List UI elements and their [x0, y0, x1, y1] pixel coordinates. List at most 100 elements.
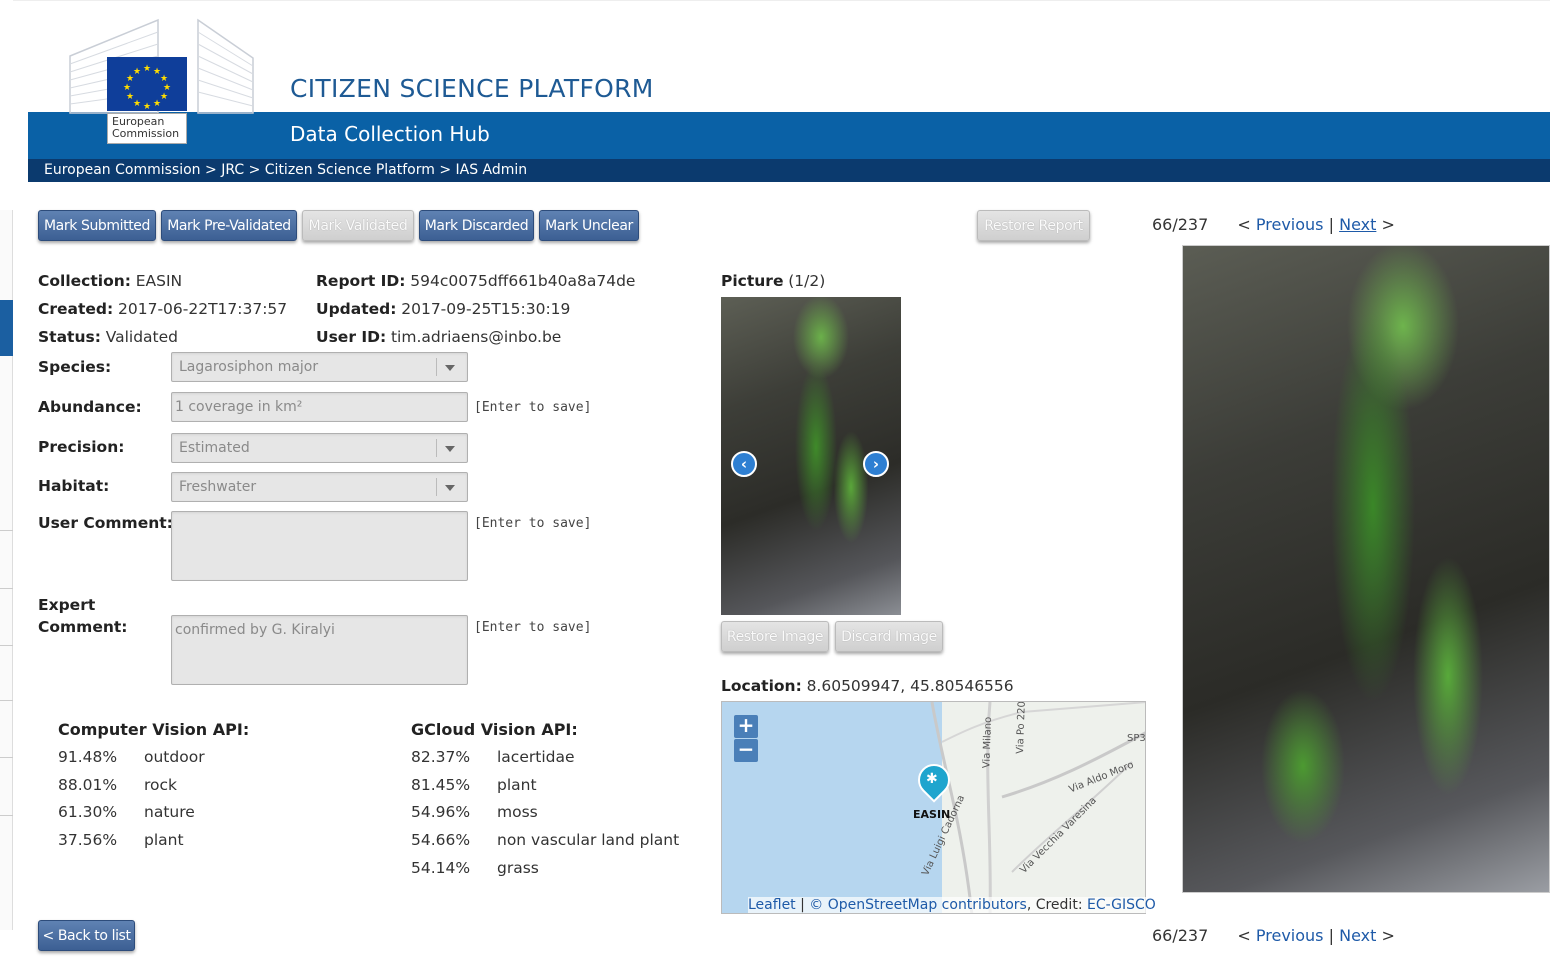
mark-unclear-button[interactable]: Mark Unclear — [539, 210, 639, 241]
picture-count: (1/2) — [788, 272, 826, 290]
status-row: Status: Validated — [38, 328, 178, 346]
cv-pct: 37.56% — [58, 831, 118, 849]
pager-lt: < — [1237, 215, 1251, 234]
select-divider — [436, 439, 437, 457]
map-attribution: Leaflet | © OpenStreetMap contributors, … — [748, 897, 1156, 913]
species-select[interactable]: Lagarosiphon major — [171, 352, 468, 382]
collection-label: Collection: — [38, 272, 131, 290]
species-label: Species: — [38, 358, 112, 376]
enter-to-save-hint: [Enter to save] — [474, 400, 592, 415]
report-id-row: Report ID: 594c0075dff661b40a8a74de — [316, 272, 635, 290]
gc-tag: moss — [497, 803, 538, 821]
location-value: 8.60509947, 45.80546556 — [806, 677, 1014, 695]
bug-icon: ✱ — [926, 771, 938, 787]
user-id-label: User ID: — [316, 328, 387, 346]
map-zoom-out-button[interactable]: − — [734, 739, 758, 762]
pager-position: 66/237 — [1152, 215, 1209, 234]
pager-separator: | — [800, 897, 805, 913]
gc-pct: 54.14% — [411, 859, 471, 877]
precision-select[interactable]: Estimated — [171, 433, 468, 463]
header-band — [28, 112, 1550, 159]
gc-tag: non vascular land plant — [497, 831, 680, 849]
gc-tag: lacertidae — [497, 748, 575, 766]
previous-link[interactable]: Previous — [1256, 926, 1324, 945]
next-link[interactable]: Next — [1339, 926, 1376, 945]
breadcrumb-link[interactable]: Citizen Science Platform — [265, 162, 435, 178]
gc-tag: plant — [497, 776, 537, 794]
pager-separator: | — [1328, 926, 1334, 945]
gcloud-vision-title: GCloud Vision API: — [411, 720, 578, 739]
svg-text:★: ★ — [133, 99, 141, 109]
discard-image-button[interactable]: Discard Image — [835, 621, 943, 652]
abundance-label: Abundance: — [38, 398, 142, 416]
mark-prevalidated-button[interactable]: Mark Pre-Validated — [161, 210, 297, 241]
divider — [0, 757, 13, 758]
breadcrumb-current[interactable]: IAS Admin — [456, 162, 528, 178]
habitat-select[interactable]: Freshwater — [171, 472, 468, 502]
created-value: 2017-06-22T17:37:57 — [118, 300, 288, 318]
divider — [0, 530, 13, 531]
back-to-list-button[interactable]: < Back to list — [38, 920, 135, 951]
gc-pct: 54.96% — [411, 803, 471, 821]
created-label: Created: — [38, 300, 114, 318]
computer-vision-title: Computer Vision API: — [58, 720, 250, 739]
svg-text:★: ★ — [153, 99, 161, 109]
habitat-value: Freshwater — [179, 479, 257, 495]
user-comment-label: User Comment: — [38, 514, 173, 532]
breadcrumb-separator: > — [248, 162, 261, 178]
habitat-label: Habitat: — [38, 477, 110, 495]
svg-text:★: ★ — [123, 83, 131, 93]
chevron-left-icon[interactable]: ‹ — [731, 451, 757, 477]
divider — [0, 815, 13, 816]
svg-text:★: ★ — [143, 64, 151, 74]
breadcrumb: European Commission > JRC > Citizen Scie… — [44, 162, 527, 178]
gisco-link[interactable]: EC-GISCO — [1087, 897, 1156, 913]
map-zoom-in-button[interactable]: + — [734, 715, 758, 738]
user-comment-textarea[interactable] — [171, 511, 468, 581]
mark-submitted-button[interactable]: Mark Submitted — [38, 210, 156, 241]
restore-report-button[interactable]: Restore Report — [977, 210, 1090, 241]
next-link[interactable]: Next — [1339, 215, 1376, 234]
expert-comment-label-line2: Comment: — [38, 618, 128, 636]
user-id-row: User ID: tim.adriaens@inbo.be — [316, 328, 561, 346]
chevron-right-icon[interactable]: › — [863, 451, 889, 477]
mark-discarded-button[interactable]: Mark Discarded — [419, 210, 534, 241]
breadcrumb-link[interactable]: JRC — [221, 162, 244, 178]
hub-title: Data Collection Hub — [290, 122, 490, 146]
cv-pct: 91.48% — [58, 748, 118, 766]
site-title: CITIZEN SCIENCE PLATFORM — [290, 74, 654, 103]
select-divider — [436, 478, 437, 496]
picture-thumbnail[interactable]: ‹ › — [721, 297, 901, 615]
map-street-label: SP3 — [1127, 733, 1146, 744]
mark-validated-button[interactable]: Mark Validated — [302, 210, 414, 241]
osm-link[interactable]: © OpenStreetMap contributors — [809, 897, 1027, 913]
map-street-label: Via Milano — [981, 716, 995, 769]
background-window-highlight — [0, 300, 13, 356]
abundance-input[interactable]: 1 coverage in km² — [171, 392, 468, 422]
chevron-down-icon — [445, 485, 455, 491]
breadcrumb-separator: > — [439, 162, 452, 178]
abundance-value: 1 coverage in km² — [175, 399, 303, 415]
previous-link[interactable]: Previous — [1256, 215, 1324, 234]
breadcrumb-link[interactable]: European Commission — [44, 162, 201, 178]
updated-row: Updated: 2017-09-25T15:30:19 — [316, 300, 570, 318]
updated-value: 2017-09-25T15:30:19 — [401, 300, 571, 318]
cv-pct: 61.30% — [58, 803, 118, 821]
pager-gt: > — [1381, 926, 1395, 945]
pager-separator: | — [1328, 215, 1334, 234]
large-photo — [1182, 245, 1550, 893]
created-row: Created: 2017-06-22T17:37:57 — [38, 300, 287, 318]
gc-pct: 54.66% — [411, 831, 471, 849]
expert-comment-textarea[interactable]: confirmed by G. Kiralyi — [171, 615, 468, 685]
logo-line: Commission — [112, 127, 180, 140]
eu-flag-icon: ★ ★ ★ ★ ★ ★ ★ ★ ★ ★ ★ ★ — [107, 57, 187, 112]
enter-to-save-hint: [Enter to save] — [474, 620, 592, 635]
picture-heading: Picture (1/2) — [721, 272, 825, 290]
map-marker-label: EASIN — [913, 808, 951, 821]
leaflet-link[interactable]: Leaflet — [748, 897, 796, 913]
pager-position: 66/237 — [1152, 926, 1209, 945]
svg-text:★: ★ — [160, 92, 168, 102]
select-divider — [436, 358, 437, 376]
pager-lt: < — [1237, 926, 1251, 945]
restore-image-button[interactable]: Restore Image — [721, 621, 829, 652]
